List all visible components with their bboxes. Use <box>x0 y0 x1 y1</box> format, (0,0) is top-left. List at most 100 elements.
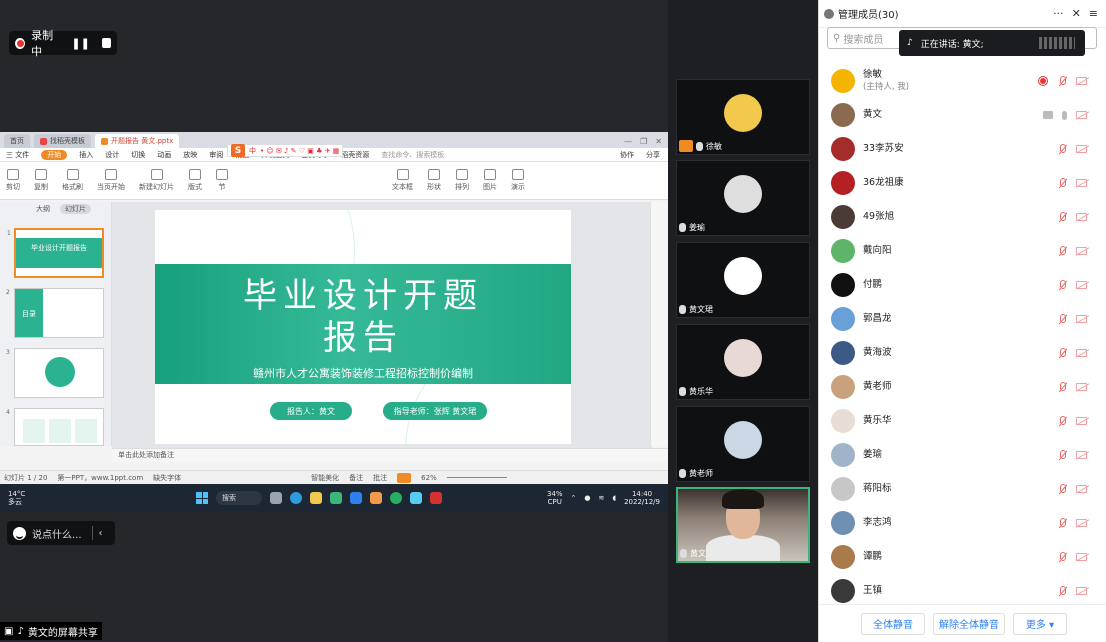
menu-file[interactable]: 三 文件 <box>6 150 29 160</box>
mic-muted-icon[interactable] <box>1057 211 1067 223</box>
video-tile[interactable]: 姜瑜 <box>676 160 810 236</box>
tab-document[interactable]: 开题报告 黄文.pptx <box>95 134 180 148</box>
menu-design[interactable]: 设计 <box>105 150 119 160</box>
slide[interactable]: 毕业设计开题 报告 赣州市人才公寓装饰装修工程招标控制价编制 报告人：黄文 指导… <box>155 210 571 444</box>
wifi-icon[interactable]: ≋ <box>599 494 605 502</box>
status-comment[interactable]: 批注 <box>373 473 387 483</box>
menu-daoke[interactable]: 稻壳资源 <box>341 150 369 160</box>
menu-icon[interactable]: ≡ <box>1089 7 1098 20</box>
member-row[interactable]: 黄海波 <box>819 336 1106 370</box>
camera-off-icon[interactable] <box>1076 519 1087 527</box>
video-tile[interactable]: 徐敏 <box>676 79 810 155</box>
recording-control[interactable]: 录制中 ❚❚ <box>9 29 117 58</box>
member-row[interactable]: 徐敏 (主持人, 我) <box>819 64 1106 98</box>
volume-icon[interactable]: ◖ <box>612 494 616 502</box>
ribbon-copy[interactable]: 复制 <box>34 169 48 192</box>
mic-muted-icon[interactable] <box>1057 517 1067 529</box>
member-row[interactable]: 蒋阳标 <box>819 472 1106 506</box>
edge-icon[interactable] <box>290 492 302 504</box>
member-row[interactable]: 戴向阳 <box>819 234 1106 268</box>
member-row[interactable]: 黄乐华 <box>819 404 1106 438</box>
member-row[interactable]: 36龙祖康 <box>819 166 1106 200</box>
task-view-icon[interactable] <box>270 492 282 504</box>
camera-off-icon[interactable] <box>1076 77 1087 85</box>
menu-animation[interactable]: 动画 <box>157 150 171 160</box>
camera-off-icon[interactable] <box>1076 111 1087 119</box>
tab-outline[interactable]: 大纲 <box>36 204 50 214</box>
member-row[interactable]: 王镇 <box>819 574 1106 608</box>
camera-off-icon[interactable] <box>1076 247 1087 255</box>
member-row[interactable]: 33李苏安 <box>819 132 1106 166</box>
mute-all-button[interactable]: 全体静音 <box>861 612 925 635</box>
app-icon[interactable] <box>330 492 342 504</box>
chat-input-bar[interactable]: 说点什么... ‹ <box>7 521 115 545</box>
sogou-ime-toolbar[interactable]: S 中 • ☺ ✉ ♪ ✎ ♡ ▣ ♣ ✈ ▦ <box>227 144 344 157</box>
mic-muted-icon[interactable] <box>1057 347 1067 359</box>
camera-off-icon[interactable] <box>1076 587 1087 595</box>
meeting-icon[interactable] <box>410 492 422 504</box>
more-button[interactable]: 更多 ▾ <box>1013 612 1067 635</box>
weather-widget[interactable]: 14°C 多云 <box>8 490 25 506</box>
notes-field[interactable]: 单击此处添加备注 <box>112 448 668 462</box>
ribbon-play-current[interactable]: 当页开始 <box>97 169 125 192</box>
ribbon-format-painter[interactable]: 格式刷 <box>62 169 83 192</box>
mic-muted-icon[interactable] <box>1057 279 1067 291</box>
tab-slides[interactable]: 幻灯片 <box>60 204 91 214</box>
mic-muted-icon[interactable] <box>1057 415 1067 427</box>
wechat-icon[interactable] <box>390 492 402 504</box>
member-row[interactable]: 黄文 <box>819 98 1106 132</box>
camera-off-icon[interactable] <box>1076 553 1087 561</box>
video-tile[interactable]: 黄文珺 <box>676 242 810 318</box>
mic-muted-icon[interactable] <box>1057 483 1067 495</box>
ribbon-layout[interactable]: 版式 <box>188 169 202 192</box>
camera-off-icon[interactable] <box>1076 417 1087 425</box>
mic-muted-icon[interactable] <box>1057 245 1067 257</box>
ribbon-cut[interactable]: 剪切 <box>6 169 20 192</box>
camera-off-icon[interactable] <box>1076 213 1087 221</box>
more-icon[interactable]: ··· <box>1053 7 1064 20</box>
collapse-chevron-icon[interactable]: ‹ <box>99 528 103 539</box>
camera-off-icon[interactable] <box>1076 315 1087 323</box>
unmute-all-button[interactable]: 解除全体静音 <box>933 612 1005 635</box>
menu-share[interactable]: 分享 <box>646 150 660 160</box>
camera-off-icon[interactable] <box>1076 485 1087 493</box>
tray-chevron-icon[interactable]: ⌃ <box>571 494 577 502</box>
slide-thumbnail-2[interactable]: 2 目录 <box>6 288 104 338</box>
camera-off-icon[interactable] <box>1076 349 1087 357</box>
member-row[interactable]: 李志鸿 <box>819 506 1106 540</box>
ribbon-present[interactable]: 演示 <box>511 169 525 192</box>
member-row[interactable]: 郭昌龙 <box>819 302 1106 336</box>
pause-icon[interactable]: ❚❚ <box>71 37 89 50</box>
mic-muted-icon[interactable] <box>1057 551 1067 563</box>
slide-thumbnail-3[interactable]: 3 <box>6 348 104 398</box>
menu-slideshow[interactable]: 放映 <box>183 150 197 160</box>
video-tile-active-speaker[interactable]: 黄文 <box>676 487 810 563</box>
status-beautify[interactable]: 智能美化 <box>311 473 339 483</box>
recording-icon[interactable] <box>1038 76 1048 86</box>
mic-muted-icon[interactable] <box>1057 313 1067 325</box>
mic-muted-icon[interactable] <box>1057 449 1067 461</box>
menu-collab[interactable]: 协作 <box>620 150 634 160</box>
ribbon-arrange[interactable]: 排列 <box>455 169 469 192</box>
slide-canvas[interactable]: 毕业设计开题 报告 赣州市人才公寓装饰装修工程招标控制价编制 报告人：黄文 指导… <box>112 202 652 448</box>
member-row[interactable]: 姜瑜 <box>819 438 1106 472</box>
slide-thumbnail-4[interactable]: 4 <box>6 408 104 446</box>
clock[interactable]: 14:40 2022/12/9 <box>624 490 660 506</box>
video-tile[interactable]: 黄乐华 <box>676 324 810 400</box>
mic-muted-icon[interactable] <box>1057 143 1067 155</box>
stop-icon[interactable] <box>101 38 111 48</box>
slide-thumbnail-1[interactable]: 1 毕业设计开题报告 <box>7 228 104 278</box>
status-zoom[interactable]: 62% <box>421 474 437 482</box>
menu-search[interactable]: 查找命令、搜索模板 <box>381 150 444 160</box>
minimize-icon[interactable]: — <box>624 137 632 146</box>
camera-off-icon[interactable] <box>1076 179 1087 187</box>
close-icon[interactable]: ✕ <box>655 137 662 146</box>
video-tile[interactable]: 黄老师 <box>676 406 810 482</box>
ribbon-picture[interactable]: 图片 <box>483 169 497 192</box>
mic-muted-icon[interactable] <box>1057 381 1067 393</box>
ribbon-shape[interactable]: 形状 <box>427 169 441 192</box>
menu-transition[interactable]: 切换 <box>131 150 145 160</box>
restore-icon[interactable]: ❐ <box>640 137 647 146</box>
taskbar-search[interactable]: 搜索 <box>216 491 262 505</box>
mi-icon[interactable] <box>370 492 382 504</box>
